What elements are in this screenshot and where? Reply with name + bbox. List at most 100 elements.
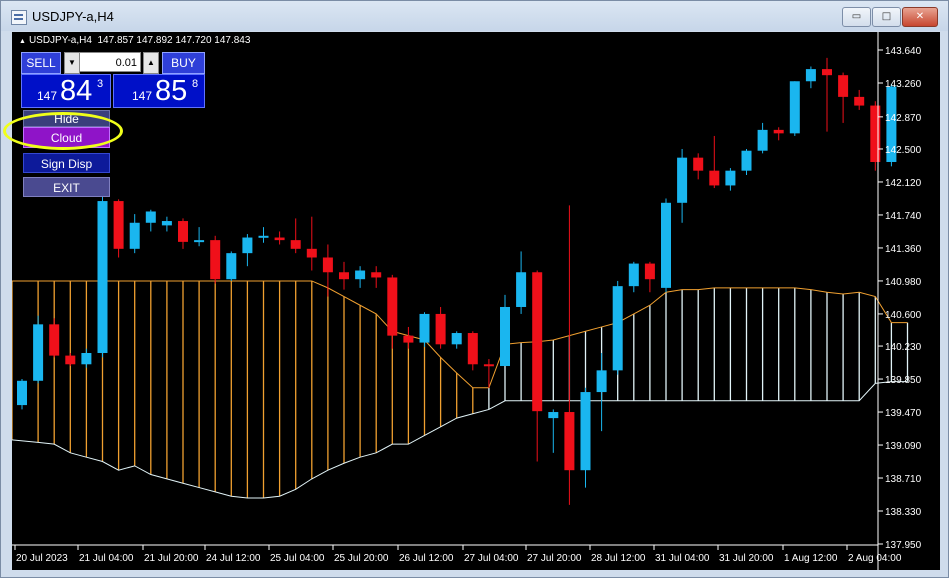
window-title: USDJPY-a,H4 [32,9,114,24]
title-bar[interactable]: USDJPY-a,H4 ▭ □ ✕ [1,1,948,31]
maximize-button[interactable]: □ [872,7,901,27]
candle [322,244,333,297]
price-tick-label: 139.090 [885,441,922,452]
price-axis: 143.640 143.260 142.870 142.500 142.120 141.7… [878,46,922,551]
candle-body [805,69,816,82]
candle-body [467,333,478,365]
candle-body [419,313,430,343]
price-tick-label: 139.850 [885,375,922,386]
buy-button[interactable]: BUY [162,52,205,74]
candle [838,72,849,123]
time-tick-label: 25 Jul 20:00 [334,553,389,564]
candle-body [17,380,27,406]
candle [725,168,736,191]
candle [290,218,301,254]
price-tick-label: 142.120 [885,178,922,189]
sell-price-prefix: 147 [37,89,58,103]
cloud-button[interactable]: Cloud [23,127,110,148]
candle-body [210,240,221,280]
time-tick-label: 25 Jul 04:00 [270,553,325,564]
time-tick-label: 1 Aug 12:00 [784,553,838,564]
candle [258,227,269,243]
candle [757,122,768,154]
candle [17,379,27,410]
time-tick-label: 2 Aug 04:00 [848,553,902,564]
candle-body [483,364,494,367]
candle-body [628,263,639,287]
sell-price-display[interactable]: 147 84 3 [21,74,111,108]
candle [178,218,188,249]
hide-button[interactable]: Hide [23,110,110,127]
candle-body [854,96,865,106]
candle-body [178,221,188,242]
candle [709,135,720,189]
price-tick-label: 143.260 [885,79,922,90]
candle [596,352,607,432]
candle [113,199,124,258]
exit-button[interactable]: EXIT [23,177,110,197]
candle-body [564,412,575,471]
lot-size-input[interactable]: 0.01 [79,52,141,72]
candle [403,326,414,349]
candle [773,127,784,141]
chart-window-icon [11,10,27,25]
sign-disp-button[interactable]: Sign Disp [23,153,110,173]
collapse-triangle-icon[interactable]: ▲ [19,38,26,45]
candle [741,148,752,176]
candle-body [693,157,704,171]
lot-increase-icon[interactable]: ▲ [143,52,159,74]
candle [500,294,510,367]
time-tick-label: 21 Jul 04:00 [79,553,134,564]
buy-price-display[interactable]: 147 85 8 [113,74,205,108]
time-tick-label: 26 Jul 12:00 [399,553,454,564]
time-tick-label: 27 Jul 20:00 [527,553,582,564]
time-axis: 20 Jul 2023 21 Jul 04:00 21 Jul 20:00 24 Ju… [14,545,902,564]
candle-body [741,150,752,171]
candle-body [258,235,269,238]
senkou-span-b-line [12,381,908,499]
candle [339,261,349,290]
price-tick-label: 141.360 [885,244,922,255]
candle-body [725,170,736,186]
candle [49,318,60,358]
buy-price-prefix: 147 [132,89,153,103]
price-chart[interactable]: 143.640 143.260 142.870 142.500 142.120 141.7… [3,32,940,570]
price-tick-label: 139.470 [885,408,922,419]
candle-body [596,370,607,393]
candle [548,409,559,453]
candle-body [677,157,688,203]
candle [483,359,494,388]
candle-body [580,392,591,471]
time-tick-label: 27 Jul 04:00 [464,553,519,564]
candle [822,57,832,132]
candle [306,216,317,271]
candle [644,261,655,293]
buy-price-pips: 85 [155,75,188,107]
minimize-button[interactable]: ▭ [842,7,871,27]
candle [33,315,44,384]
candle [467,331,478,371]
candle [661,198,671,293]
candle-body [403,335,414,343]
candle [242,234,253,267]
lot-decrease-icon[interactable]: ▼ [64,52,80,74]
candle [387,274,398,349]
price-tick-label: 140.600 [885,310,922,321]
candle-body [161,221,172,226]
sell-button[interactable]: SELL [21,52,61,74]
candle [580,387,591,488]
candle [274,231,285,245]
time-tick-label: 31 Jul 04:00 [655,553,710,564]
candle-body [113,201,124,249]
close-button[interactable]: ✕ [902,7,938,27]
candle-body [548,412,559,419]
candle-body [145,211,156,223]
time-tick-label: 28 Jul 12:00 [591,553,646,564]
candle [419,312,430,347]
candle [854,89,865,110]
time-tick-label: 31 Jul 20:00 [719,553,774,564]
candle [355,266,366,288]
chart-canvas[interactable]: 143.640 143.260 142.870 142.500 142.120 141.7… [12,32,940,570]
price-tick-label: 141.740 [885,211,922,222]
ichimoku-cloud [12,280,909,499]
